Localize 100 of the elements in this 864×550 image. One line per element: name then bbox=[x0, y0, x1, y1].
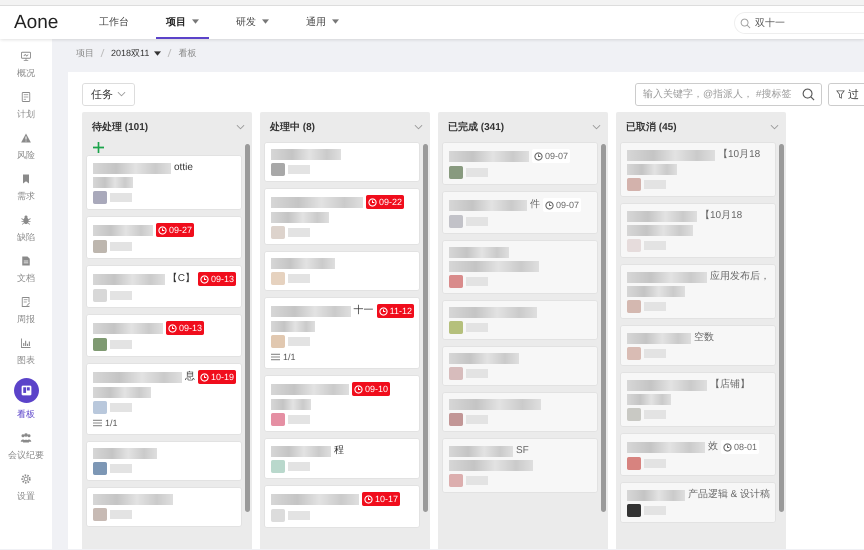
nav-tab[interactable]: 通用 bbox=[296, 6, 349, 39]
sidebar-item[interactable]: 会议纪要 bbox=[2, 430, 50, 464]
file-icon bbox=[20, 255, 32, 267]
blurred-text bbox=[627, 286, 685, 297]
breadcrumb-link[interactable]: 2018双11 bbox=[111, 46, 162, 60]
task-card[interactable]: 应用发布后， bbox=[620, 264, 776, 319]
people-icon bbox=[20, 432, 32, 444]
task-card[interactable]: 产品逻辑 & 设计稿 bbox=[620, 482, 776, 523]
blurred-text bbox=[288, 165, 310, 174]
sidebar-item[interactable]: 缺陷 bbox=[2, 212, 50, 246]
task-card[interactable]: 空数 bbox=[620, 325, 776, 366]
task-card[interactable]: ottie bbox=[86, 155, 242, 210]
task-card[interactable]: 息 10-19 1/1 bbox=[86, 363, 242, 435]
report-icon bbox=[20, 296, 32, 308]
column-header[interactable]: 待处理 (101) bbox=[82, 112, 252, 142]
sidebar-item[interactable]: 计划 bbox=[2, 89, 50, 123]
filter-button[interactable]: 过 bbox=[828, 82, 864, 106]
card-title: 产品逻辑 & 设计稿 bbox=[688, 489, 770, 501]
scrollbar[interactable] bbox=[245, 144, 250, 512]
task-card[interactable]: 09-13 bbox=[86, 314, 242, 357]
app-logo[interactable]: Aone bbox=[14, 12, 89, 34]
card-title: 【10月18 bbox=[700, 210, 742, 222]
search-field[interactable]: 输入关键字，@指派人， #搜标签 bbox=[635, 82, 822, 106]
task-card[interactable] bbox=[86, 487, 242, 527]
task-card[interactable]: 【10月18 bbox=[620, 203, 776, 258]
task-card[interactable] bbox=[86, 441, 242, 481]
due-date-badge: 08-01 bbox=[721, 440, 760, 454]
blurred-text bbox=[93, 448, 157, 459]
due-date-badge: 09-22 bbox=[366, 195, 404, 209]
task-card[interactable] bbox=[442, 346, 598, 386]
document-icon bbox=[20, 91, 32, 103]
blurred-text bbox=[271, 149, 341, 160]
task-card[interactable] bbox=[264, 251, 420, 291]
blurred-text bbox=[110, 510, 132, 519]
blurred-text bbox=[271, 258, 335, 269]
task-card[interactable]: 09-22 bbox=[264, 188, 420, 245]
card-title: 应用发布后， bbox=[710, 271, 770, 283]
card-title: 程 bbox=[334, 445, 344, 457]
type-dropdown[interactable]: 任务 bbox=[82, 82, 135, 106]
chevron-icon bbox=[414, 124, 423, 130]
sidebar-item[interactable]: 周报 bbox=[2, 294, 50, 328]
add-icon[interactable] bbox=[93, 142, 104, 153]
task-card[interactable]: 09-27 bbox=[86, 216, 242, 259]
blurred-text bbox=[288, 228, 310, 237]
nav-tab[interactable]: 研发 bbox=[226, 6, 279, 39]
search-field[interactable]: 双十一 bbox=[734, 12, 864, 34]
blurred-text bbox=[271, 399, 311, 410]
blurred-text bbox=[93, 274, 165, 284]
task-card[interactable]: 十一 11-12 1/1 bbox=[264, 297, 420, 369]
task-card[interactable]: 【店铺】 bbox=[620, 372, 776, 427]
sidebar-item[interactable]: 看板 bbox=[2, 376, 50, 423]
task-card[interactable] bbox=[442, 392, 598, 432]
breadcrumb-link[interactable]: 看板 bbox=[178, 46, 196, 60]
task-card[interactable]: 10-17 bbox=[264, 485, 420, 528]
task-card[interactable]: 效 08-01 bbox=[620, 433, 776, 476]
chevron-icon bbox=[117, 91, 126, 97]
blurred-text bbox=[93, 224, 153, 236]
task-card[interactable]: 程 bbox=[264, 438, 420, 479]
sidebar-item[interactable]: 风险 bbox=[2, 130, 50, 164]
blurred-text bbox=[449, 446, 513, 456]
blurred-text bbox=[110, 242, 132, 251]
sidebar-item[interactable]: 需求 bbox=[2, 171, 50, 205]
task-card[interactable] bbox=[442, 300, 598, 340]
blurred-text bbox=[288, 511, 310, 520]
scrollbar[interactable] bbox=[423, 144, 428, 512]
task-card[interactable]: SF bbox=[442, 438, 598, 493]
task-card[interactable] bbox=[264, 142, 420, 182]
chevron-icon bbox=[592, 124, 601, 130]
blurred-text bbox=[627, 164, 677, 175]
task-card[interactable]: 【C】 09-13 bbox=[86, 265, 242, 308]
task-card[interactable]: 件 09-07 bbox=[442, 191, 598, 234]
column-header[interactable]: 已完成 (341) bbox=[438, 112, 608, 142]
warning-icon bbox=[20, 132, 32, 144]
card-title: 【C】 bbox=[168, 273, 195, 285]
blurred-text bbox=[627, 394, 671, 405]
scrollbar[interactable] bbox=[779, 144, 784, 512]
blurred-text bbox=[449, 353, 519, 364]
column-header[interactable]: 处理中 (8) bbox=[260, 112, 430, 142]
task-card[interactable]: 09-10 bbox=[264, 375, 420, 432]
task-card[interactable]: 09-07 bbox=[442, 142, 598, 185]
subtask-count: 1/1 bbox=[283, 351, 296, 363]
card-title: ottie bbox=[174, 162, 193, 174]
sidebar-item[interactable]: 文档 bbox=[2, 253, 50, 287]
task-card[interactable] bbox=[442, 240, 598, 294]
blurred-text bbox=[288, 337, 310, 346]
monitor-icon bbox=[20, 50, 32, 62]
nav-tab[interactable]: 项目 bbox=[156, 6, 209, 39]
blurred-text bbox=[271, 321, 315, 332]
nav-tab[interactable]: 工作台 bbox=[89, 6, 139, 39]
column-header[interactable]: 已取消 (45) bbox=[616, 112, 786, 142]
list-icon bbox=[93, 419, 102, 427]
blurred-text bbox=[110, 403, 132, 412]
sidebar-item[interactable]: 概况 bbox=[2, 48, 50, 82]
subtask-count: 1/1 bbox=[105, 417, 118, 429]
scrollbar[interactable] bbox=[601, 144, 606, 512]
sidebar-item[interactable]: 图表 bbox=[2, 335, 50, 369]
filter-icon bbox=[836, 90, 845, 98]
task-card[interactable]: 【10月18 bbox=[620, 142, 776, 197]
sidebar-item[interactable]: 设置 bbox=[2, 471, 50, 505]
breadcrumb-link[interactable]: 项目 bbox=[76, 46, 94, 60]
